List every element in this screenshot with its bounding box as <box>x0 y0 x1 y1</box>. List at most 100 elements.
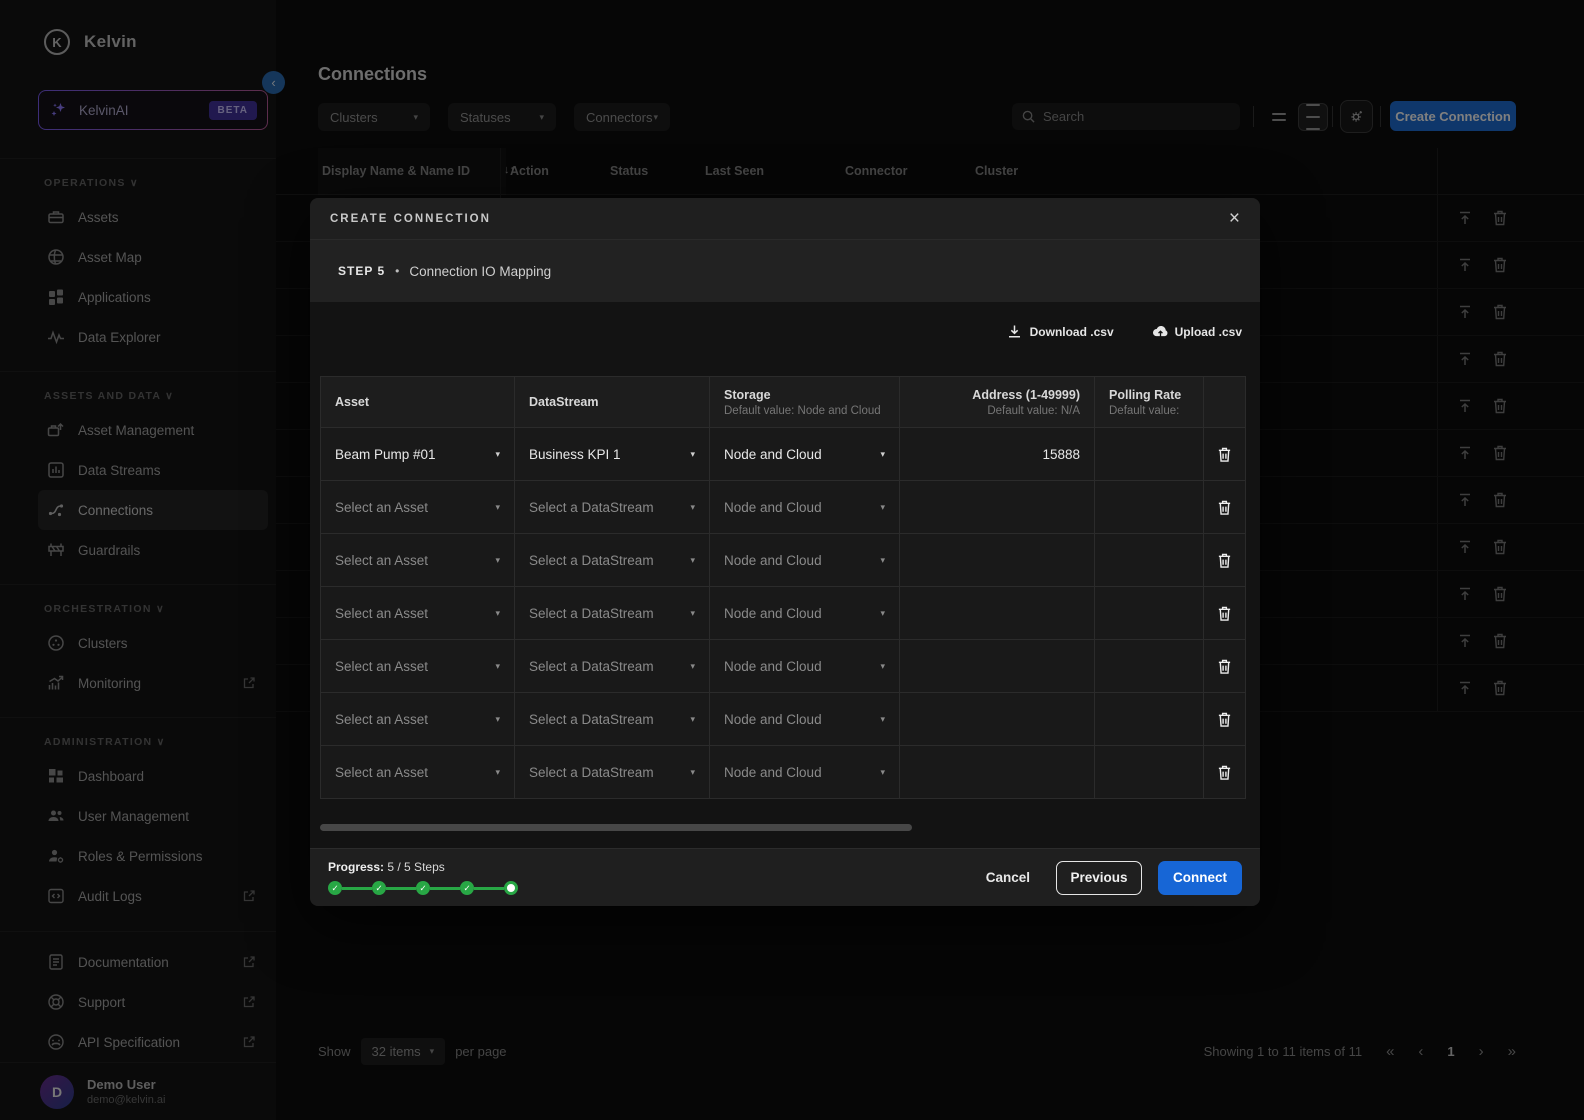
polling-rate-input[interactable] <box>1095 534 1204 586</box>
connect-button[interactable]: Connect <box>1158 861 1242 895</box>
storage-select[interactable]: Node and Cloud▾ <box>710 587 900 639</box>
chevron-down-icon: ▾ <box>690 608 695 619</box>
storage-select[interactable]: Node and Cloud▾ <box>710 640 900 692</box>
chevron-down-icon: ▾ <box>880 661 885 672</box>
chevron-down-icon: ▾ <box>690 555 695 566</box>
storage-select[interactable]: Node and Cloud▾ <box>710 481 900 533</box>
step-title: Connection IO Mapping <box>409 264 551 279</box>
address-input[interactable] <box>900 640 1095 692</box>
chevron-down-icon: ▾ <box>690 661 695 672</box>
previous-button[interactable]: Previous <box>1056 861 1142 895</box>
cancel-button[interactable]: Cancel <box>986 870 1030 885</box>
address-input[interactable] <box>900 746 1095 798</box>
address-input[interactable] <box>900 587 1095 639</box>
modal-title: CREATE CONNECTION <box>330 213 491 225</box>
step-banner: STEP 5 • Connection IO Mapping <box>310 240 1260 302</box>
trash-icon[interactable] <box>1217 604 1233 622</box>
download-csv-button[interactable]: Download .csv <box>1007 324 1114 339</box>
col-datastream: DataStream <box>529 395 695 409</box>
col-address-default: Default value: N/A <box>987 405 1080 417</box>
io-row: Select an Asset▾ Select a DataStream▾ No… <box>321 692 1245 745</box>
datastream-select[interactable]: Select a DataStream▾ <box>515 746 710 798</box>
storage-select[interactable]: Node and Cloud▾ <box>710 534 900 586</box>
io-row: Select an Asset▾ Select a DataStream▾ No… <box>321 533 1245 586</box>
progress-indicator: Progress: 5 / 5 Steps ✓ ✓ ✓ ✓ <box>328 860 518 895</box>
chevron-down-icon: ▾ <box>495 608 500 619</box>
storage-select[interactable]: Node and Cloud▾ <box>710 746 900 798</box>
step-current-icon <box>504 881 518 895</box>
trash-icon[interactable] <box>1217 710 1233 728</box>
address-input[interactable]: 15888 <box>900 428 1095 480</box>
polling-rate-input[interactable] <box>1095 428 1204 480</box>
polling-rate-input[interactable] <box>1095 481 1204 533</box>
polling-rate-input[interactable] <box>1095 693 1204 745</box>
modal-body: Download .csv Upload .csv Asset DataStre… <box>310 302 1260 848</box>
asset-select[interactable]: Select an Asset▾ <box>321 481 515 533</box>
io-row: Select an Asset▾ Select a DataStream▾ No… <box>321 639 1245 692</box>
chevron-down-icon: ▾ <box>690 767 695 778</box>
step-done-icon: ✓ <box>416 881 430 895</box>
trash-icon[interactable] <box>1217 445 1233 463</box>
modal-header: CREATE CONNECTION × <box>310 198 1260 240</box>
datastream-select[interactable]: Select a DataStream▾ <box>515 481 710 533</box>
io-mapping-table: Asset DataStream Storage Default value: … <box>320 376 1246 799</box>
col-storage: Storage <box>724 388 885 402</box>
address-input[interactable] <box>900 534 1095 586</box>
asset-select[interactable]: Select an Asset▾ <box>321 640 515 692</box>
storage-select[interactable]: Node and Cloud▾ <box>710 693 900 745</box>
progress-steps: ✓ ✓ ✓ ✓ <box>328 881 518 895</box>
asset-select[interactable]: Select an Asset▾ <box>321 534 515 586</box>
chevron-down-icon: ▾ <box>495 714 500 725</box>
chevron-down-icon: ▾ <box>880 555 885 566</box>
col-asset: Asset <box>335 395 500 409</box>
polling-rate-input[interactable] <box>1095 746 1204 798</box>
chevron-down-icon: ▾ <box>690 449 695 460</box>
chevron-down-icon: ▾ <box>495 661 500 672</box>
polling-rate-input[interactable] <box>1095 640 1204 692</box>
chevron-down-icon: ▾ <box>690 714 695 725</box>
io-row: Beam Pump #01▾ Business KPI 1▾ Node and … <box>321 427 1245 480</box>
chevron-down-icon: ▾ <box>495 555 500 566</box>
download-icon <box>1007 324 1022 339</box>
datastream-select[interactable]: Select a DataStream▾ <box>515 587 710 639</box>
close-icon[interactable]: × <box>1229 209 1240 228</box>
app-root: K Kelvin KelvinAI BETA OPERATIONS ∨ Asse… <box>0 0 1584 1120</box>
col-polling-rate: Polling Rate <box>1109 388 1189 402</box>
datastream-select[interactable]: Select a DataStream▾ <box>515 534 710 586</box>
chevron-down-icon: ▾ <box>880 714 885 725</box>
polling-rate-input[interactable] <box>1095 587 1204 639</box>
asset-select[interactable]: Beam Pump #01▾ <box>321 428 515 480</box>
asset-select[interactable]: Select an Asset▾ <box>321 746 515 798</box>
asset-select[interactable]: Select an Asset▾ <box>321 587 515 639</box>
step-done-icon: ✓ <box>328 881 342 895</box>
step-done-icon: ✓ <box>460 881 474 895</box>
chevron-down-icon: ▾ <box>495 502 500 513</box>
chevron-down-icon: ▾ <box>880 502 885 513</box>
chevron-down-icon: ▾ <box>880 767 885 778</box>
io-row: Select an Asset▾ Select a DataStream▾ No… <box>321 480 1245 533</box>
trash-icon[interactable] <box>1217 498 1233 516</box>
io-row: Select an Asset▾ Select a DataStream▾ No… <box>321 586 1245 639</box>
trash-icon[interactable] <box>1217 657 1233 675</box>
bullet: • <box>395 264 399 278</box>
progress-value: 5 / 5 Steps <box>387 860 444 874</box>
storage-select[interactable]: Node and Cloud▾ <box>710 428 900 480</box>
step-done-icon: ✓ <box>372 881 386 895</box>
cloud-upload-icon <box>1152 324 1167 339</box>
step-number: STEP 5 <box>338 264 385 278</box>
trash-icon[interactable] <box>1217 763 1233 781</box>
horizontal-scrollbar[interactable] <box>320 824 912 831</box>
trash-icon[interactable] <box>1217 551 1233 569</box>
col-address: Address (1-49999) <box>972 388 1080 402</box>
address-input[interactable] <box>900 481 1095 533</box>
io-table-header: Asset DataStream Storage Default value: … <box>321 377 1245 427</box>
address-input[interactable] <box>900 693 1095 745</box>
datastream-select[interactable]: Select a DataStream▾ <box>515 640 710 692</box>
col-storage-default: Default value: Node and Cloud <box>724 405 885 417</box>
progress-label: Progress: <box>328 860 384 874</box>
datastream-select[interactable]: Business KPI 1▾ <box>515 428 710 480</box>
chevron-down-icon: ▾ <box>690 502 695 513</box>
asset-select[interactable]: Select an Asset▾ <box>321 693 515 745</box>
datastream-select[interactable]: Select a DataStream▾ <box>515 693 710 745</box>
upload-csv-button[interactable]: Upload .csv <box>1152 324 1242 339</box>
